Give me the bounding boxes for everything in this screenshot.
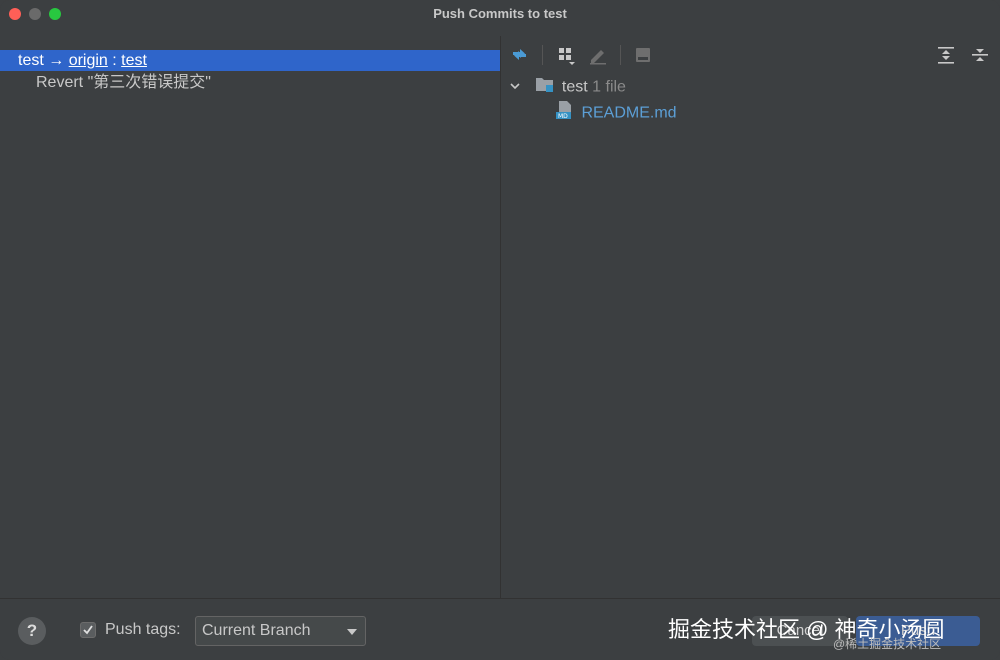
toolbar-separator	[542, 45, 543, 65]
file-count: 1 file	[592, 78, 626, 96]
dropdown-arrow-icon	[347, 629, 357, 635]
collapse-all-icon[interactable]	[969, 44, 991, 66]
commits-panel: test → origin : test Revert "第三次错误提交"	[0, 46, 500, 598]
chevron-down-icon[interactable]	[509, 77, 523, 99]
local-branch: test	[18, 52, 44, 69]
watermark-sub: @稀土掘金技术社区	[833, 637, 942, 651]
branch-row[interactable]: test → origin : test	[0, 50, 500, 71]
changes-panel: test 1 file MD README.md	[501, 36, 1000, 598]
tree-folder-row[interactable]: test 1 file	[509, 75, 626, 100]
changes-toolbar	[501, 36, 1000, 72]
file-type-badge: MD	[558, 113, 568, 120]
compare-arrows-icon[interactable]	[509, 44, 531, 66]
help-button[interactable]: ?	[18, 617, 46, 645]
select-value: Current Branch	[202, 622, 311, 639]
checkmark-icon	[83, 625, 93, 635]
expand-all-icon[interactable]	[935, 44, 957, 66]
toolbar-separator	[620, 45, 621, 65]
push-tags-label: Push tags:	[105, 621, 181, 638]
folder-icon	[535, 75, 557, 100]
remote-link[interactable]: origin	[69, 52, 108, 69]
edit-icon[interactable]	[587, 44, 609, 66]
target-branch-link[interactable]: test	[121, 52, 147, 69]
folder-name: test	[561, 78, 588, 96]
tree-file-row[interactable]: MD README.md	[555, 100, 677, 127]
window-title: Push Commits to test	[433, 6, 567, 21]
tags-scope-select[interactable]: Current Branch	[195, 616, 366, 646]
push-tags-checkbox[interactable]	[80, 622, 96, 638]
push-arrow: →	[43, 52, 69, 69]
title-bar: Push Commits to test	[0, 0, 1000, 28]
group-by-icon[interactable]	[555, 44, 577, 66]
push-commits-dialog: Push Commits to test test → origin : tes…	[0, 0, 1000, 660]
preview-icon[interactable]	[632, 44, 654, 66]
bottom-bar: ? Push tags: Current Branch Cancel Push …	[0, 598, 1000, 660]
file-name: README.md	[581, 104, 677, 122]
branch-separator: :	[107, 52, 122, 69]
markdown-file-icon: MD	[555, 100, 577, 127]
commit-item[interactable]: Revert "第三次错误提交"	[36, 72, 211, 94]
